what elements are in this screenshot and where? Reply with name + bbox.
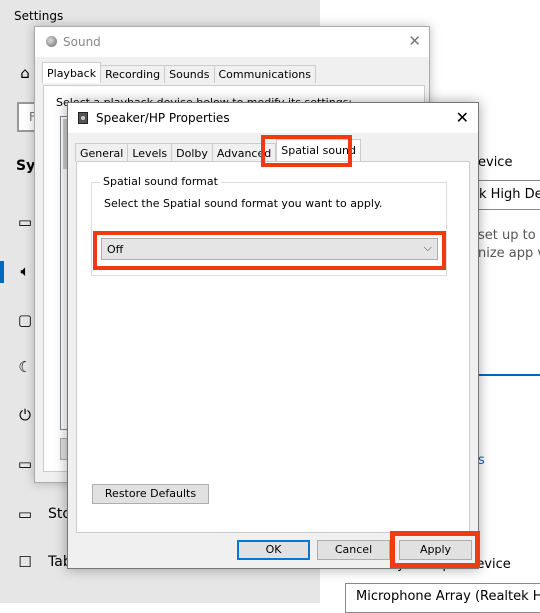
tablet-icon[interactable]: ☐	[16, 553, 34, 571]
settings-title: Settings	[14, 9, 64, 23]
ok-button[interactable]: OK	[237, 540, 310, 560]
home-icon[interactable]: ⌂	[16, 64, 34, 82]
tab-communications[interactable]: Communications	[213, 65, 316, 83]
tab-advanced[interactable]: Advanced	[211, 143, 277, 161]
input-device-dropdown[interactable]: Microphone Array (Realtek Hig	[345, 583, 540, 613]
cancel-button[interactable]: Cancel	[317, 540, 390, 560]
output-device-label: evice	[478, 155, 513, 170]
tab-general[interactable]: General	[75, 143, 129, 161]
tab-levels[interactable]: Levels	[127, 143, 173, 161]
speaker-icon	[46, 36, 57, 47]
storage-icon[interactable]: ▭	[16, 505, 34, 523]
spatial-format-group: Spatial sound format Select the Spatial …	[91, 175, 447, 276]
tab-spatial-sound[interactable]: Spatial sound	[276, 139, 361, 161]
spatial-sound-panel: Spatial sound format Select the Spatial …	[76, 161, 470, 533]
output-desc-line1: set up to u	[478, 228, 540, 243]
display-icon[interactable]: ▭	[16, 213, 34, 231]
tab-dolby[interactable]: Dolby	[171, 143, 213, 161]
output-device-dropdown[interactable]: k High Def	[474, 180, 540, 210]
power-icon[interactable]: ⏻	[16, 406, 34, 424]
close-icon[interactable]: ✕	[456, 108, 469, 127]
sound-link[interactable]: s	[478, 453, 485, 468]
output-desc-line2: nize app vo	[478, 246, 540, 261]
sound-icon[interactable]: 🔈︎	[16, 262, 34, 280]
dropdown-value: Off	[107, 243, 124, 256]
properties-titlebar: Speaker/HP Properties ✕	[68, 103, 478, 133]
notifications-icon[interactable]: ▢	[16, 311, 34, 329]
speaker-properties-dialog: Speaker/HP Properties ✕ General Levels D…	[67, 102, 480, 569]
properties-title: Speaker/HP Properties	[96, 111, 230, 125]
apply-button[interactable]: Apply	[399, 540, 472, 560]
sound-titlebar: Sound ✕	[35, 27, 429, 57]
spatial-format-dropdown[interactable]: Off ⌵	[101, 238, 438, 260]
battery-icon[interactable]: ▭	[16, 455, 34, 473]
properties-tabs: General Levels Dolby Advanced Spatial so…	[75, 139, 361, 163]
group-description: Select the Spatial sound format you want…	[104, 197, 383, 210]
sound-window-title: Sound	[63, 35, 101, 49]
restore-defaults-button[interactable]: Restore Defaults	[92, 484, 209, 504]
close-icon[interactable]: ✕	[408, 32, 421, 50]
active-nav-indicator	[0, 261, 4, 283]
speaker-device-icon	[78, 112, 88, 124]
tab-recording[interactable]: Recording	[100, 65, 166, 83]
focus-assist-icon[interactable]: ☾	[16, 358, 34, 376]
group-title: Spatial sound format	[100, 175, 221, 188]
sound-tabs: Playback Recording Sounds Communications	[42, 62, 316, 85]
chevron-down-icon: ⌵	[423, 241, 432, 254]
tab-playback[interactable]: Playback	[42, 62, 102, 83]
volume-slider-track[interactable]	[478, 374, 540, 376]
tab-sounds[interactable]: Sounds	[164, 65, 215, 83]
